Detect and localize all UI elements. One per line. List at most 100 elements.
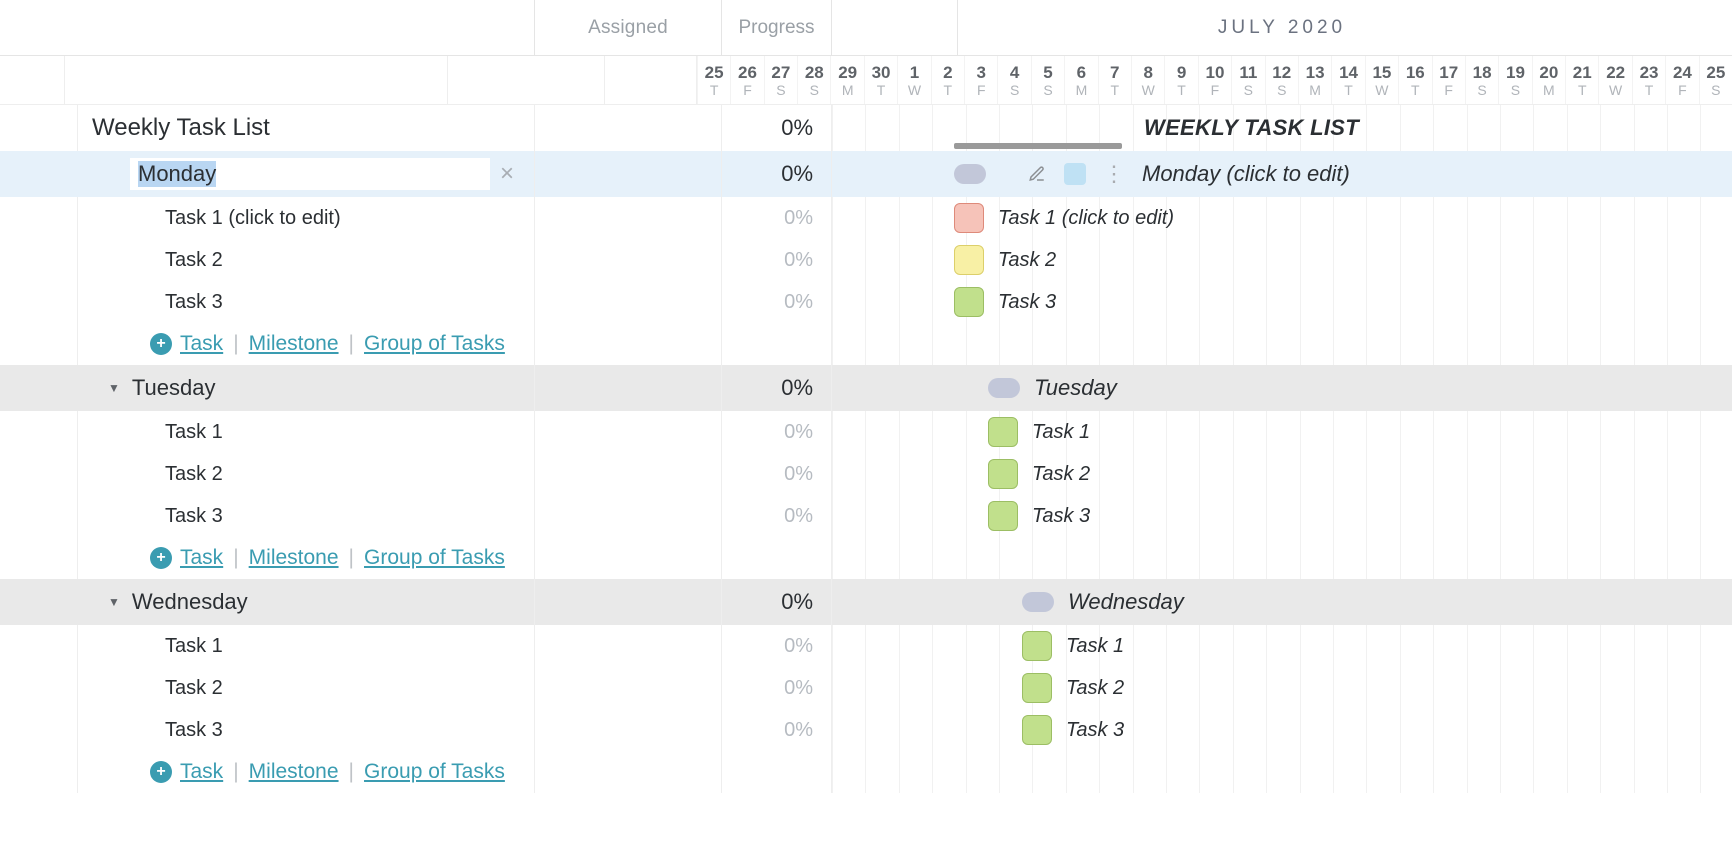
date-col: 4S bbox=[997, 56, 1030, 104]
plus-circle-icon[interactable]: + bbox=[150, 761, 172, 783]
group-row-tuesday[interactable]: ▼ Tuesday 0% Tuesday bbox=[0, 365, 1732, 411]
task-row[interactable]: Task 3 0% Task 3 bbox=[0, 495, 1732, 537]
task-name[interactable]: Task 3 bbox=[165, 291, 223, 314]
task-gantt-label: Task 2 bbox=[1032, 463, 1090, 486]
task-gantt-label: Task 3 bbox=[1032, 505, 1090, 528]
task-name[interactable]: Task 1 (click to edit) bbox=[165, 207, 341, 230]
header-progress[interactable]: Progress bbox=[722, 0, 832, 55]
add-milestone-link[interactable]: Milestone bbox=[249, 760, 339, 784]
group-gantt-label-monday[interactable]: Monday (click to edit) bbox=[1142, 161, 1350, 187]
date-col: 10F bbox=[1198, 56, 1231, 104]
task-name[interactable]: Task 3 bbox=[165, 719, 223, 742]
date-col: 6M bbox=[1064, 56, 1097, 104]
task-bar[interactable] bbox=[954, 287, 984, 317]
date-col: 22W bbox=[1598, 56, 1631, 104]
task-row[interactable]: Task 2 0% Task 2 bbox=[0, 667, 1732, 709]
task-progress: 0% bbox=[784, 463, 813, 486]
close-icon[interactable]: × bbox=[500, 162, 514, 186]
group-name-tuesday[interactable]: Tuesday bbox=[132, 375, 216, 401]
add-row: + Task | Milestone | Group of Tasks bbox=[0, 751, 1732, 793]
task-progress: 0% bbox=[784, 719, 813, 742]
project-progress: 0% bbox=[781, 115, 813, 141]
color-swatch-icon[interactable] bbox=[1062, 161, 1088, 187]
date-col: 13M bbox=[1298, 56, 1331, 104]
task-name[interactable]: Task 3 bbox=[165, 505, 223, 528]
date-col: 9T bbox=[1164, 56, 1197, 104]
task-bar[interactable] bbox=[1022, 673, 1052, 703]
task-row[interactable]: Task 1 (click to edit) 0% Task 1 (click … bbox=[0, 197, 1732, 239]
add-group-link[interactable]: Group of Tasks bbox=[364, 332, 505, 356]
task-bar[interactable] bbox=[988, 501, 1018, 531]
task-row[interactable]: Task 2 0% Task 2 bbox=[0, 453, 1732, 495]
plus-circle-icon[interactable]: + bbox=[150, 547, 172, 569]
project-gantt-label: WEEKLY TASK LIST bbox=[1144, 115, 1359, 141]
date-col: 18S bbox=[1465, 56, 1498, 104]
task-name[interactable]: Task 2 bbox=[165, 463, 223, 486]
chevron-down-icon[interactable]: ▼ bbox=[108, 381, 120, 395]
task-gantt-label: Task 1 bbox=[1032, 421, 1090, 444]
task-gantt-label: Task 3 bbox=[998, 291, 1056, 314]
month-label: JULY 2020 bbox=[1218, 17, 1346, 39]
task-progress: 0% bbox=[784, 677, 813, 700]
chevron-down-icon[interactable]: ▼ bbox=[108, 595, 120, 609]
group-progress-wednesday: 0% bbox=[781, 589, 813, 615]
task-bar[interactable] bbox=[988, 459, 1018, 489]
group-row-wednesday[interactable]: ▼ Wednesday 0% Wednesday bbox=[0, 579, 1732, 625]
task-progress: 0% bbox=[784, 207, 813, 230]
add-task-link[interactable]: Task bbox=[180, 332, 223, 356]
column-headers: Assigned Progress JULY 2020 bbox=[0, 0, 1732, 56]
date-col: 20M bbox=[1532, 56, 1565, 104]
add-group-link[interactable]: Group of Tasks bbox=[364, 760, 505, 784]
task-row[interactable]: Task 1 0% Task 1 bbox=[0, 625, 1732, 667]
date-col: 24F bbox=[1665, 56, 1698, 104]
date-col: 21T bbox=[1565, 56, 1598, 104]
header-assigned[interactable]: Assigned bbox=[535, 0, 722, 55]
add-milestone-link[interactable]: Milestone bbox=[249, 546, 339, 570]
group-progress-monday: 0% bbox=[781, 161, 813, 187]
task-bar[interactable] bbox=[1022, 715, 1052, 745]
task-bar[interactable] bbox=[1022, 631, 1052, 661]
add-task-link[interactable]: Task bbox=[180, 760, 223, 784]
task-gantt-label: Task 2 bbox=[998, 249, 1056, 272]
task-progress: 0% bbox=[784, 505, 813, 528]
task-gantt-label: Task 3 bbox=[1066, 719, 1124, 742]
project-title-row: Weekly Task List 0% WEEKLY TASK LIST bbox=[0, 105, 1732, 151]
pencil-icon[interactable] bbox=[1024, 161, 1050, 187]
date-col: 25S bbox=[1699, 56, 1732, 104]
group-progress-tuesday: 0% bbox=[781, 375, 813, 401]
add-milestone-link[interactable]: Milestone bbox=[249, 332, 339, 356]
date-col: 26F bbox=[730, 56, 763, 104]
group-bar-wednesday[interactable] bbox=[1022, 592, 1054, 612]
date-col: 7T bbox=[1098, 56, 1131, 104]
date-col: 30T bbox=[864, 56, 897, 104]
more-dots-icon[interactable]: ⋮ bbox=[1100, 161, 1126, 187]
date-col: 15W bbox=[1365, 56, 1398, 104]
task-progress: 0% bbox=[784, 249, 813, 272]
group-row-monday[interactable]: × 0% ⋮ Monday (click to edit) bbox=[0, 151, 1732, 197]
project-summary-bar[interactable] bbox=[954, 143, 1122, 149]
date-col: 28S bbox=[797, 56, 830, 104]
task-name[interactable]: Task 1 bbox=[165, 421, 223, 444]
date-header: 25T26F27S28S29M30T1W2T3F4S5S6M7T8W9T10F1… bbox=[697, 56, 1732, 104]
date-col: 8W bbox=[1131, 56, 1164, 104]
task-row[interactable]: Task 3 0% Task 3 bbox=[0, 281, 1732, 323]
add-group-link[interactable]: Group of Tasks bbox=[364, 546, 505, 570]
task-name[interactable]: Task 2 bbox=[165, 249, 223, 272]
add-task-link[interactable]: Task bbox=[180, 546, 223, 570]
task-bar[interactable] bbox=[954, 245, 984, 275]
task-name[interactable]: Task 1 bbox=[165, 635, 223, 658]
task-bar[interactable] bbox=[988, 417, 1018, 447]
group-name-wednesday[interactable]: Wednesday bbox=[132, 589, 248, 615]
task-bar[interactable] bbox=[954, 203, 984, 233]
task-row[interactable]: Task 2 0% Task 2 bbox=[0, 239, 1732, 281]
task-row[interactable]: Task 1 0% Task 1 bbox=[0, 411, 1732, 453]
project-title[interactable]: Weekly Task List bbox=[92, 114, 270, 142]
group-bar-monday[interactable] bbox=[954, 164, 986, 184]
task-progress: 0% bbox=[784, 635, 813, 658]
group-name-input[interactable] bbox=[130, 158, 490, 190]
task-name[interactable]: Task 2 bbox=[165, 677, 223, 700]
task-gantt-label: Task 2 bbox=[1066, 677, 1124, 700]
task-row[interactable]: Task 3 0% Task 3 bbox=[0, 709, 1732, 751]
group-bar-tuesday[interactable] bbox=[988, 378, 1020, 398]
plus-circle-icon[interactable]: + bbox=[150, 333, 172, 355]
